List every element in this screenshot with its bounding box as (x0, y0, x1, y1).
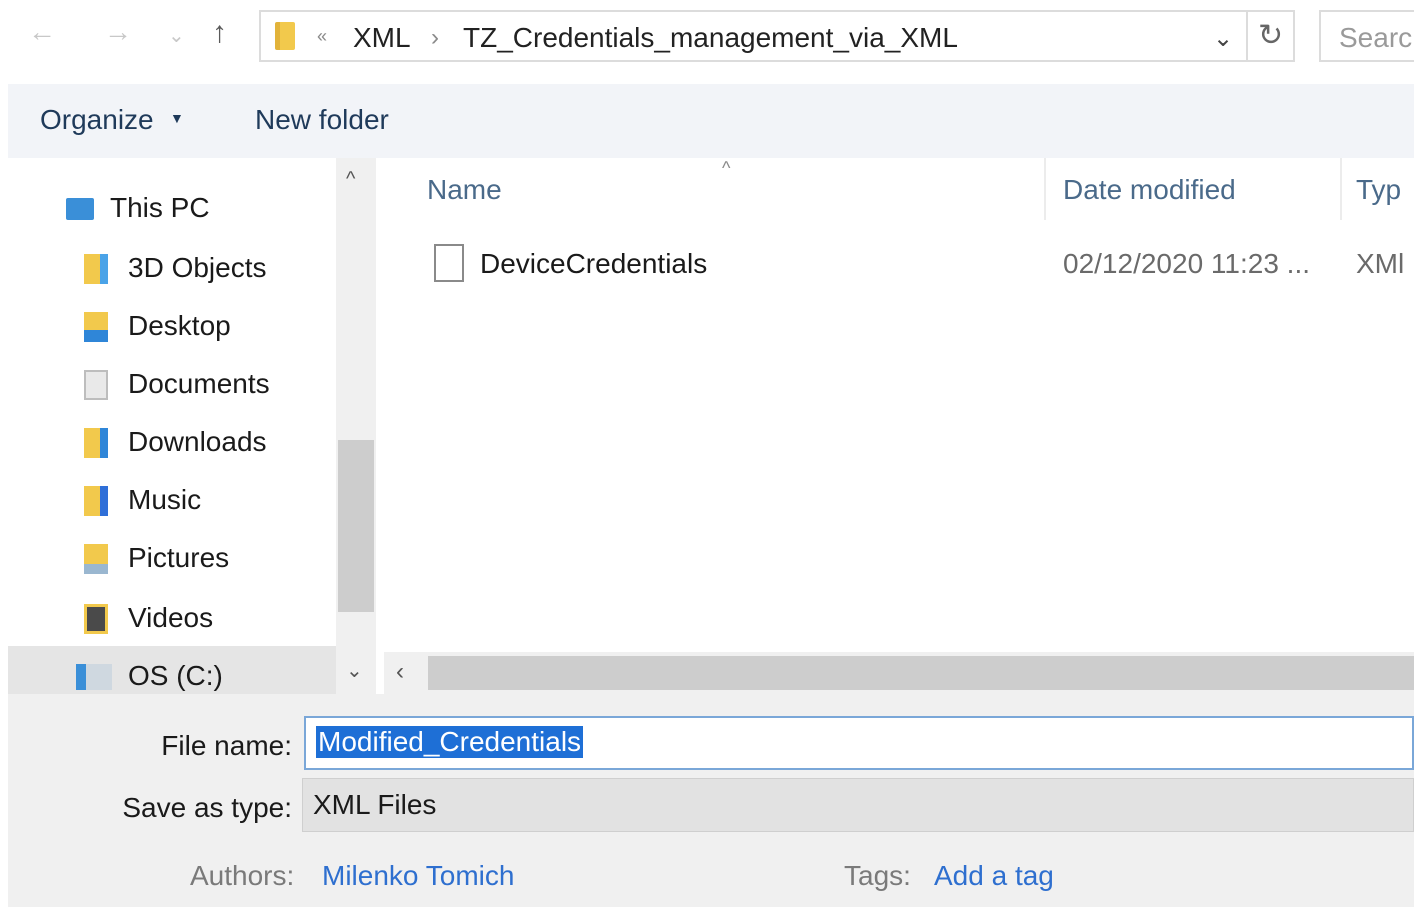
file-list: ^ Name Date modified Typ DeviceCredentia… (384, 158, 1414, 652)
breadcrumb-separator-icon[interactable]: › (431, 24, 439, 52)
scroll-left-chevron-icon[interactable]: ‹ (396, 658, 404, 686)
address-dropdown-chevron-icon[interactable]: ⌄ (1213, 24, 1233, 53)
column-header-type[interactable]: Typ (1356, 174, 1401, 206)
search-placeholder: Search (1339, 22, 1414, 53)
tags-label: Tags: (844, 860, 911, 891)
add-tag-link[interactable]: Add a tag (934, 860, 1054, 892)
organize-dropdown-caret-icon[interactable]: ▼ (170, 110, 184, 126)
authors-link[interactable]: Milenko Tomich (322, 860, 514, 892)
sidebar-item-label: Music (128, 484, 202, 515)
refresh-icon: ↻ (1258, 19, 1284, 52)
music-folder-icon (84, 486, 108, 516)
sidebar-item-label: Documents (128, 368, 270, 399)
sidebar-item-label: Videos (128, 602, 214, 633)
file-name-selected-text: Modified_Credentials (316, 726, 584, 758)
downloads-folder-icon (84, 428, 108, 458)
column-divider[interactable] (1340, 158, 1342, 220)
file-icon (434, 244, 464, 282)
scrollbar-thumb[interactable] (338, 440, 374, 612)
address-bar[interactable]: « XML › TZ_Credentials_management_via_XM… (259, 10, 1295, 62)
breadcrumb-item-current-folder[interactable]: TZ_Credentials_management_via_XML (463, 22, 958, 54)
command-bar: Organize ▼ New folder (8, 84, 1414, 158)
breadcrumb-overflow-icon[interactable]: « (317, 26, 327, 47)
save-as-type-label: Save as type: (122, 792, 292, 823)
file-name-input[interactable]: Modified_Credentials (304, 716, 1414, 770)
sidebar-item-label: OS (C:) (128, 660, 223, 691)
refresh-button[interactable]: ↻ (1246, 12, 1294, 60)
save-as-type-select[interactable]: XML Files (302, 778, 1414, 832)
videos-folder-icon (84, 604, 108, 634)
column-header-name[interactable]: Name (427, 174, 502, 206)
up-arrow-icon[interactable]: ↑ (212, 18, 227, 48)
scroll-up-chevron-icon[interactable]: ^ (346, 168, 355, 191)
folder-icon (275, 22, 295, 50)
file-type: XMl (1356, 248, 1405, 279)
computer-icon (66, 198, 94, 220)
back-arrow-icon[interactable]: ← (28, 18, 56, 46)
sidebar-item-label: This PC (110, 192, 210, 223)
save-form: File name: Modified_Credentials Save as … (8, 694, 1414, 907)
file-list-horizontal-scrollbar[interactable]: ‹ (384, 652, 1414, 694)
navigation-pane-scrollbar[interactable]: ^ ⌄ (336, 158, 376, 694)
scrollbar-thumb[interactable] (428, 656, 1414, 690)
file-name-label: File name: (161, 730, 292, 761)
forward-arrow-icon[interactable]: → (104, 18, 132, 46)
recent-locations-chevron-icon[interactable]: ⌄ (168, 26, 185, 46)
sidebar-item-label: Desktop (128, 310, 231, 341)
file-name: DeviceCredentials (480, 248, 708, 279)
sidebar-item-label: Downloads (128, 426, 267, 457)
sort-ascending-icon: ^ (722, 158, 731, 178)
column-header-date-modified[interactable]: Date modified (1063, 174, 1236, 206)
sidebar-item-label: 3D Objects (128, 252, 267, 283)
new-folder-button[interactable]: New folder (255, 104, 389, 136)
3d-objects-icon (84, 254, 108, 284)
file-date-modified: 02/12/2020 11:23 ... (1063, 248, 1311, 279)
organize-button[interactable]: Organize (40, 104, 154, 136)
search-box[interactable]: Search (1319, 10, 1414, 62)
drive-icon (76, 664, 112, 690)
desktop-folder-icon (84, 312, 108, 342)
file-row[interactable]: DeviceCredentials 02/12/2020 11:23 ... X… (384, 240, 1414, 288)
column-divider[interactable] (1044, 158, 1046, 220)
sidebar-item-label: Pictures (128, 542, 230, 573)
authors-label: Authors: (190, 860, 295, 891)
documents-folder-icon (84, 370, 108, 400)
save-as-type-value: XML Files (313, 789, 437, 820)
scroll-down-chevron-icon[interactable]: ⌄ (346, 658, 363, 683)
breadcrumb-item-xml[interactable]: XML (353, 22, 411, 54)
navigation-pane: This PC 3D Objects Desktop Documents Dow… (8, 158, 336, 694)
pictures-folder-icon (84, 544, 108, 574)
